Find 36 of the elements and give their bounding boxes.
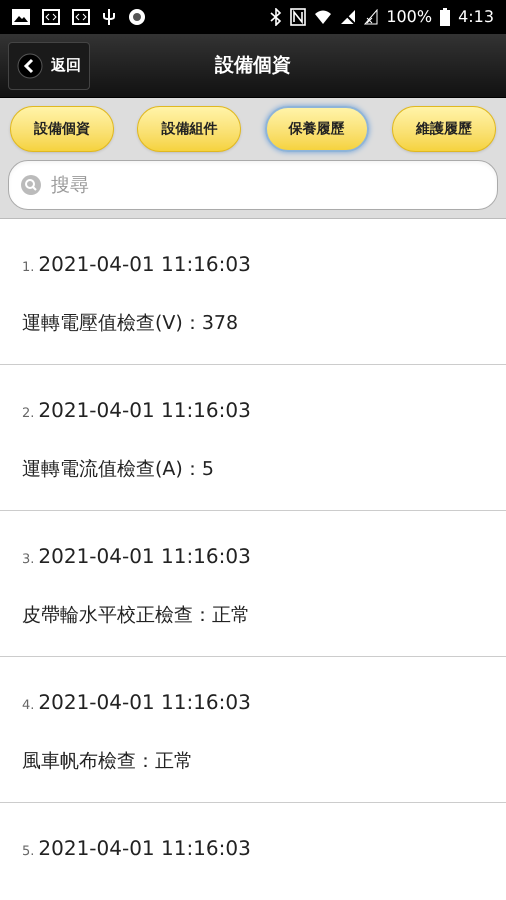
record-detail: 皮帶輪水平校正檢查：正常: [22, 603, 250, 628]
back-icon: [17, 52, 43, 78]
tab[interactable]: 保養履歷: [264, 106, 369, 152]
back-button[interactable]: 返回: [8, 42, 90, 90]
record-number: 5.: [22, 843, 34, 861]
signal-icon: [364, 9, 378, 25]
record-number: 4.: [22, 697, 34, 715]
wifi-icon: [314, 9, 332, 25]
tab[interactable]: 設備組件: [137, 106, 242, 152]
record-number: 1.: [22, 259, 34, 277]
record-number: 2.: [22, 405, 34, 423]
usb-icon: [102, 8, 116, 26]
record-number: 3.: [22, 551, 34, 569]
record-datetime: 2021-04-01 11:16:03: [38, 835, 251, 862]
record-icon: [128, 8, 146, 26]
record-datetime: 2021-04-01 11:16:03: [38, 689, 251, 716]
code-icon: [72, 9, 90, 25]
nfc-icon: [290, 8, 306, 26]
image-icon: [12, 9, 30, 25]
clock: 4:13: [458, 6, 494, 28]
record-datetime: 2021-04-01 11:16:03: [38, 543, 251, 570]
search-icon: [21, 175, 41, 195]
record-detail: 風車帆布檢查：正常: [22, 749, 193, 774]
sim-off-icon: [340, 9, 356, 25]
tab[interactable]: 設備個資: [10, 106, 114, 152]
record-detail: 運轉電壓值檢查(V)：378: [22, 311, 238, 336]
record-detail: 運轉電流值檢查(A)：5: [22, 457, 214, 482]
record-datetime: 2021-04-01 11:16:03: [38, 397, 251, 424]
window-title: 設備個資: [215, 53, 291, 78]
bluetooth-icon: [270, 8, 282, 26]
search-field[interactable]: 搜尋: [8, 160, 498, 210]
record-datetime: 2021-04-01 11:16:03: [38, 251, 251, 278]
battery-percent: 100%: [386, 6, 432, 28]
battery-icon: [440, 8, 450, 26]
code-icon: [42, 9, 60, 25]
tab[interactable]: 維護履歷: [392, 106, 496, 152]
